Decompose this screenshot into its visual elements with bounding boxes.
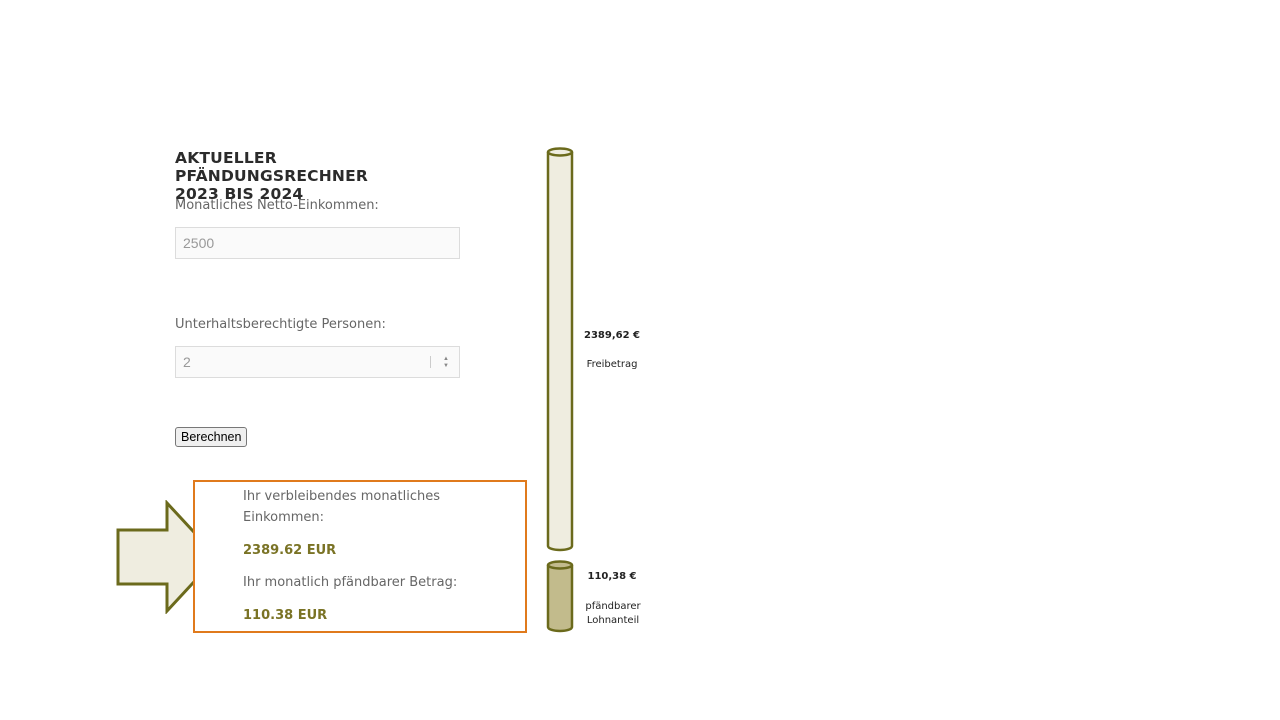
income-input[interactable]: 2500 bbox=[175, 227, 460, 259]
remaining-income-label: Ihr verbleibendes monatliches Einkommen: bbox=[243, 489, 441, 525]
free-amount-bar bbox=[546, 147, 574, 552]
persons-select-value: 2 bbox=[183, 354, 191, 370]
free-amount-value: 2389,62 € bbox=[584, 330, 640, 341]
persons-select[interactable]: 2 ▲ ▼ bbox=[175, 346, 460, 378]
income-input-value: 2500 bbox=[183, 235, 215, 251]
seizable-amount-bar-value: 110,38 € bbox=[587, 571, 637, 582]
calculate-button[interactable]: Berechnen bbox=[175, 427, 248, 447]
seizable-amount-value: 110.38 EUR bbox=[243, 608, 328, 623]
free-amount-caption: Freibetrag bbox=[586, 359, 638, 370]
result-box: Ihr verbleibendes monatliches Einkommen:… bbox=[193, 480, 527, 633]
seizable-amount-label: Ihr monatlich pfändbarer Betrag: bbox=[243, 575, 458, 590]
calculator-title: AKTUELLER PFÄNDUNGSRECHNER 2023 BIS 2024 bbox=[175, 149, 369, 203]
income-label: Monatliches Netto-Einkommen: bbox=[175, 198, 379, 213]
select-divider bbox=[430, 356, 431, 368]
remaining-income-value: 2389.62 EUR bbox=[243, 543, 337, 558]
persons-label: Unterhaltsberechtigte Personen: bbox=[175, 317, 386, 332]
seizable-amount-bar bbox=[546, 560, 574, 633]
updown-arrows-icon: ▲ ▼ bbox=[443, 356, 449, 369]
seizable-amount-caption: pfändbarer Lohnanteil bbox=[585, 601, 641, 626]
